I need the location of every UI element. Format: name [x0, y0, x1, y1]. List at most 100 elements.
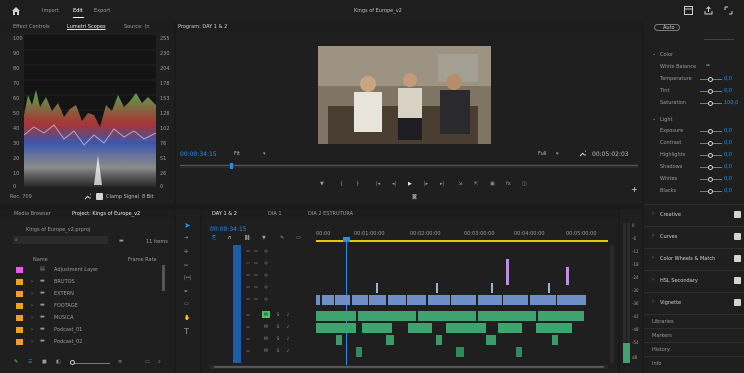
intensity-slider[interactable] — [704, 39, 734, 40]
add-button-icon[interactable]: + — [631, 185, 638, 194]
tab-timeline-day12[interactable]: DAY 1 & 2 — [212, 209, 237, 219]
fit-dropdown[interactable]: Fit — [234, 151, 240, 157]
solo-button[interactable]: S — [274, 323, 282, 330]
voiceover-mic-icon[interactable]: ♪ — [284, 347, 292, 354]
timeline-zoom-scrollbar[interactable] — [210, 365, 608, 369]
section-enabled-checkbox[interactable] — [734, 233, 741, 240]
type-tool-icon[interactable]: T — [184, 327, 189, 336]
track-sync-icon[interactable]: ▭ — [252, 283, 260, 290]
go-to-out-icon[interactable]: ▸| — [440, 181, 444, 187]
add-marker-icon[interactable]: ▼ — [262, 235, 266, 241]
panel-history[interactable]: History — [644, 342, 744, 356]
workspace-icon[interactable] — [683, 5, 693, 15]
playhead-handle[interactable] — [343, 237, 350, 242]
section-color-wheels[interactable]: › Color Wheels & Match — [644, 248, 744, 268]
freeform-view-icon[interactable]: ◧ — [56, 359, 61, 365]
list-view-icon[interactable]: ☰ — [28, 359, 32, 365]
track-lock-icon[interactable]: ▭ — [244, 347, 252, 354]
tab-timeline-dia2[interactable]: DIA 2 ESTRUTURA — [308, 209, 353, 219]
playhead-marker[interactable] — [230, 163, 233, 169]
section-curves[interactable]: › Curves — [644, 226, 744, 246]
voiceover-mic-icon[interactable]: ♪ — [284, 323, 292, 330]
saturation-knob[interactable] — [708, 101, 713, 106]
nest-icon[interactable]: ⎘ — [212, 235, 216, 241]
track-output-icon[interactable]: ◎ — [262, 271, 270, 278]
mark-in-icon[interactable]: { — [340, 181, 343, 187]
list-item[interactable]: › ▬ Podcast_02 — [0, 337, 174, 347]
fullscreen-icon[interactable] — [723, 5, 733, 15]
project-scrollbar[interactable] — [162, 265, 165, 291]
export-frame-icon[interactable]: ▣ — [490, 181, 495, 187]
play-icon[interactable]: ▶ — [408, 181, 412, 187]
contrast-knob[interactable] — [708, 141, 713, 146]
insert-icon[interactable]: ⇲ — [458, 181, 462, 187]
mark-out-icon[interactable]: } — [356, 181, 359, 187]
mute-button[interactable]: M — [262, 335, 270, 342]
section-hsl-secondary[interactable]: › HSL Secondary — [644, 270, 744, 290]
track-lock-icon[interactable]: ▭ — [244, 247, 252, 254]
temperature-knob[interactable] — [708, 77, 713, 82]
track-lock-icon[interactable]: ▭ — [244, 323, 252, 330]
tab-timeline-dia1[interactable]: DIA 1 — [268, 209, 282, 219]
chevron-right-icon[interactable]: › — [31, 327, 33, 333]
track-lock-icon[interactable]: ▭ — [244, 283, 252, 290]
tab-effect-controls[interactable]: Effect Controls — [13, 22, 50, 32]
home-icon[interactable] — [10, 5, 21, 16]
section-creative[interactable]: › Creative — [644, 204, 744, 224]
track-lock-icon[interactable]: ▭ — [244, 311, 252, 318]
list-item[interactable]: › ▬ FOOTAGE — [0, 301, 174, 311]
captions-icon[interactable]: ▭ — [296, 235, 301, 241]
track-sync-icon[interactable]: ▭ — [252, 295, 260, 302]
quality-chevron-down-icon[interactable]: ▾ — [556, 151, 559, 157]
go-to-in-icon[interactable]: |◂ — [376, 181, 380, 187]
zoom-slider[interactable] — [70, 363, 110, 364]
program-scrubber[interactable] — [180, 163, 638, 169]
section-light-toggle[interactable]: ⌄ — [652, 116, 656, 122]
program-title[interactable]: Program: DAY 1 & 2 — [178, 22, 227, 32]
track-output-icon[interactable]: ◎ — [262, 283, 270, 290]
tint-knob[interactable] — [708, 89, 713, 94]
chevron-right-icon[interactable]: › — [31, 315, 33, 321]
mute-button[interactable]: M — [262, 347, 270, 354]
list-item[interactable]: › ▬ Podcast_01 — [0, 325, 174, 335]
section-enabled-checkbox[interactable] — [734, 277, 741, 284]
track-sync-icon[interactable]: ▭ — [252, 271, 260, 278]
shadows-knob[interactable] — [708, 165, 713, 170]
auto-button[interactable]: Auto — [654, 24, 680, 31]
step-forward-icon[interactable]: |▸ — [424, 181, 428, 187]
tab-project[interactable]: Project: Kings of Europe_v2 — [72, 209, 140, 219]
track-output-icon[interactable]: ◎ — [262, 295, 270, 302]
tab-lumetri-scopes[interactable]: Lumetri Scopes — [67, 22, 106, 32]
rectangle-tool-icon[interactable]: ▭ — [184, 301, 189, 307]
list-item[interactable]: › ▬ BRUTOS — [0, 277, 174, 287]
track-lock-icon[interactable]: ▭ — [244, 295, 252, 302]
eyedropper-icon[interactable]: ✑ — [706, 63, 710, 69]
exposure-knob[interactable] — [708, 129, 713, 134]
hand-tool-icon[interactable]: ✋ — [184, 315, 190, 321]
slip-tool-icon[interactable]: |↔| — [184, 275, 192, 281]
voiceover-mic-icon[interactable]: ♪ — [284, 335, 292, 342]
menu-edit[interactable]: Edit — [73, 8, 83, 14]
menu-export[interactable]: Export — [94, 8, 110, 14]
voiceover-mic-icon[interactable]: ♪ — [284, 311, 292, 318]
section-enabled-checkbox[interactable] — [734, 255, 741, 262]
share-icon[interactable] — [703, 5, 713, 15]
wrench-icon[interactable] — [579, 150, 586, 157]
panel-libraries[interactable]: Libraries — [644, 314, 744, 328]
section-enabled-checkbox[interactable] — [734, 299, 741, 306]
sort-icon[interactable]: ≡ — [118, 359, 122, 365]
comparison-icon[interactable]: ◫ — [522, 181, 527, 187]
list-item[interactable]: › ▬ EXTERN — [0, 289, 174, 299]
wrench-icon[interactable]: ✎ — [280, 235, 284, 241]
chevron-right-icon[interactable]: › — [31, 339, 33, 345]
panel-markers[interactable]: Markers — [644, 328, 744, 342]
wrench-icon[interactable] — [84, 193, 91, 200]
zoom-slider-knob[interactable] — [70, 360, 75, 365]
chevron-right-icon[interactable]: › — [31, 279, 33, 285]
razor-tool-icon[interactable]: ✂ — [184, 263, 188, 269]
search-icon[interactable]: ⌕ — [158, 359, 161, 365]
add-marker-icon[interactable]: ▼ — [320, 181, 324, 187]
snap-icon[interactable]: ∩ — [228, 235, 232, 241]
step-back-icon[interactable]: ◂| — [392, 181, 396, 187]
blacks-knob[interactable] — [708, 189, 713, 194]
